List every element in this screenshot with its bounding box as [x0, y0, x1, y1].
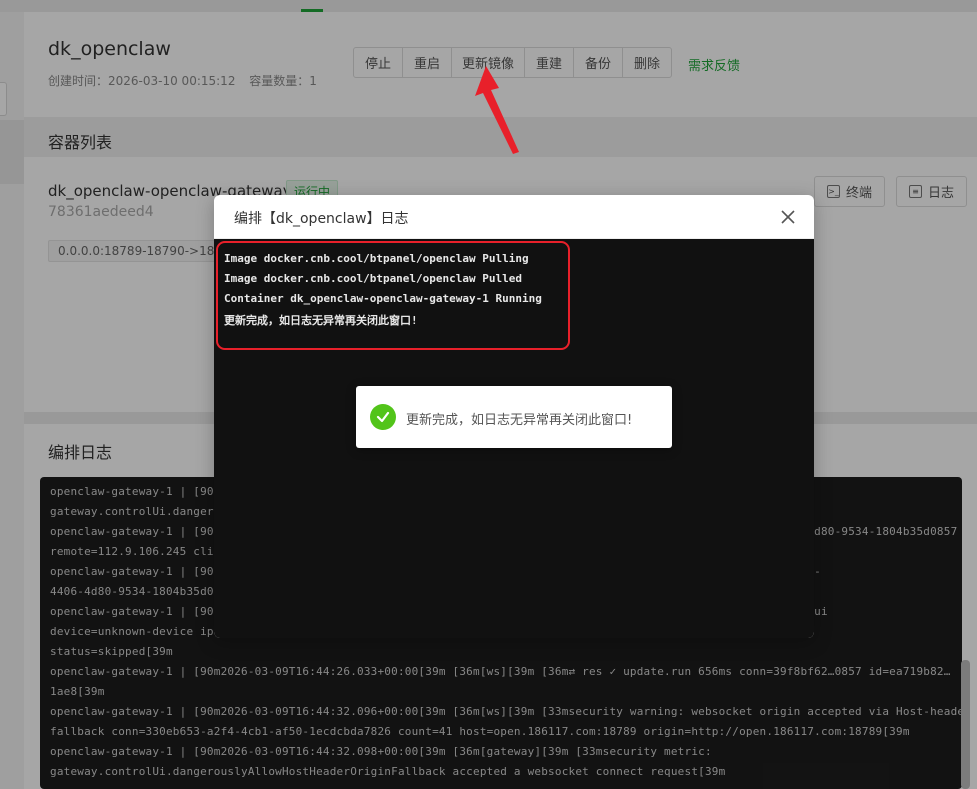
- annotation-arrow-icon: [475, 66, 519, 154]
- modal-header: 编排【dk_openclaw】日志: [214, 195, 814, 239]
- close-icon[interactable]: [780, 209, 796, 225]
- success-toast: 更新完成，如日志无异常再关闭此窗口!: [356, 386, 672, 448]
- annotation-highlight-box: [216, 241, 570, 350]
- success-check-icon: [370, 404, 396, 430]
- modal-title: 编排【dk_openclaw】日志: [234, 211, 409, 227]
- toast-message: 更新完成，如日志无异常再关闭此窗口!: [406, 413, 633, 428]
